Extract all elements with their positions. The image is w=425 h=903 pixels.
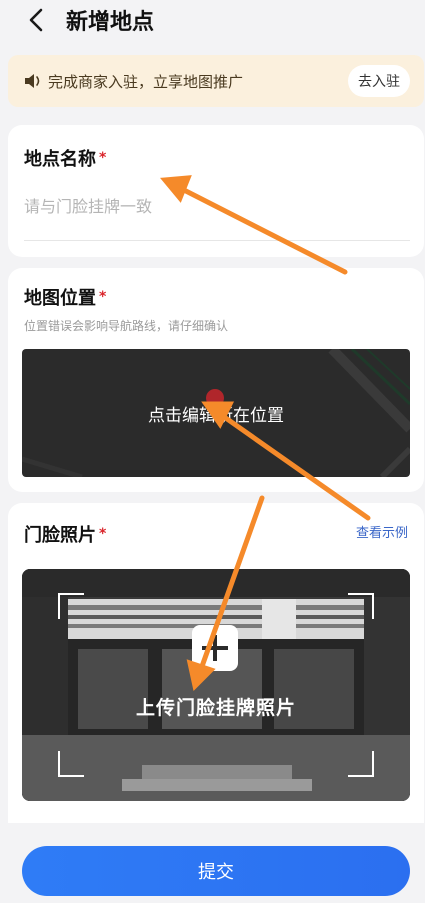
speaker-icon <box>24 71 44 91</box>
top-bar: 新增地点 <box>0 0 425 44</box>
input-underline <box>24 240 410 241</box>
join-merchant-button[interactable]: 去入驻 <box>348 65 410 97</box>
frame-corner <box>348 593 374 619</box>
storefront-photo-label: 门脸照片 * <box>24 525 107 546</box>
location-name-input[interactable] <box>24 191 410 221</box>
location-name-label: 地点名称 * <box>24 149 107 170</box>
map-location-card: 地图位置 * 位置错误会影响导航路线，请仔细确认 点击编辑所在位置 <box>8 268 424 492</box>
map-preview[interactable]: 点击编辑所在位置 <box>22 349 410 477</box>
merchant-notice-banner: 完成商家入驻，立享地图推广 去入驻 <box>8 55 424 107</box>
add-photo-plus-icon[interactable] <box>192 625 238 671</box>
back-chevron-icon[interactable] <box>22 6 50 34</box>
frame-corner <box>348 751 374 777</box>
map-location-label: 地图位置 * <box>24 288 107 309</box>
notice-text: 完成商家入驻，立享地图推广 <box>48 72 244 91</box>
location-name-card: 地点名称 * <box>8 125 424 257</box>
required-mark: * <box>99 526 107 542</box>
edit-location-text: 点击编辑所在位置 <box>148 406 284 426</box>
page-title: 新增地点 <box>66 10 155 35</box>
view-example-link[interactable]: 查看示例 <box>356 522 408 541</box>
upload-photo-area[interactable]: 上传门脸挂牌照片 <box>22 569 410 801</box>
submit-button[interactable]: 提交 <box>22 846 410 896</box>
required-mark: * <box>99 150 107 166</box>
map-hint-text: 位置错误会影响导航路线，请仔细确认 <box>24 319 229 333</box>
frame-corner <box>58 593 84 619</box>
required-mark: * <box>99 289 107 305</box>
storefront-photo-card: 门脸照片 * 查看示例 上传门脸挂牌照片 <box>8 503 424 823</box>
upload-photo-text: 上传门脸挂牌照片 <box>135 697 296 719</box>
frame-corner <box>58 751 84 777</box>
